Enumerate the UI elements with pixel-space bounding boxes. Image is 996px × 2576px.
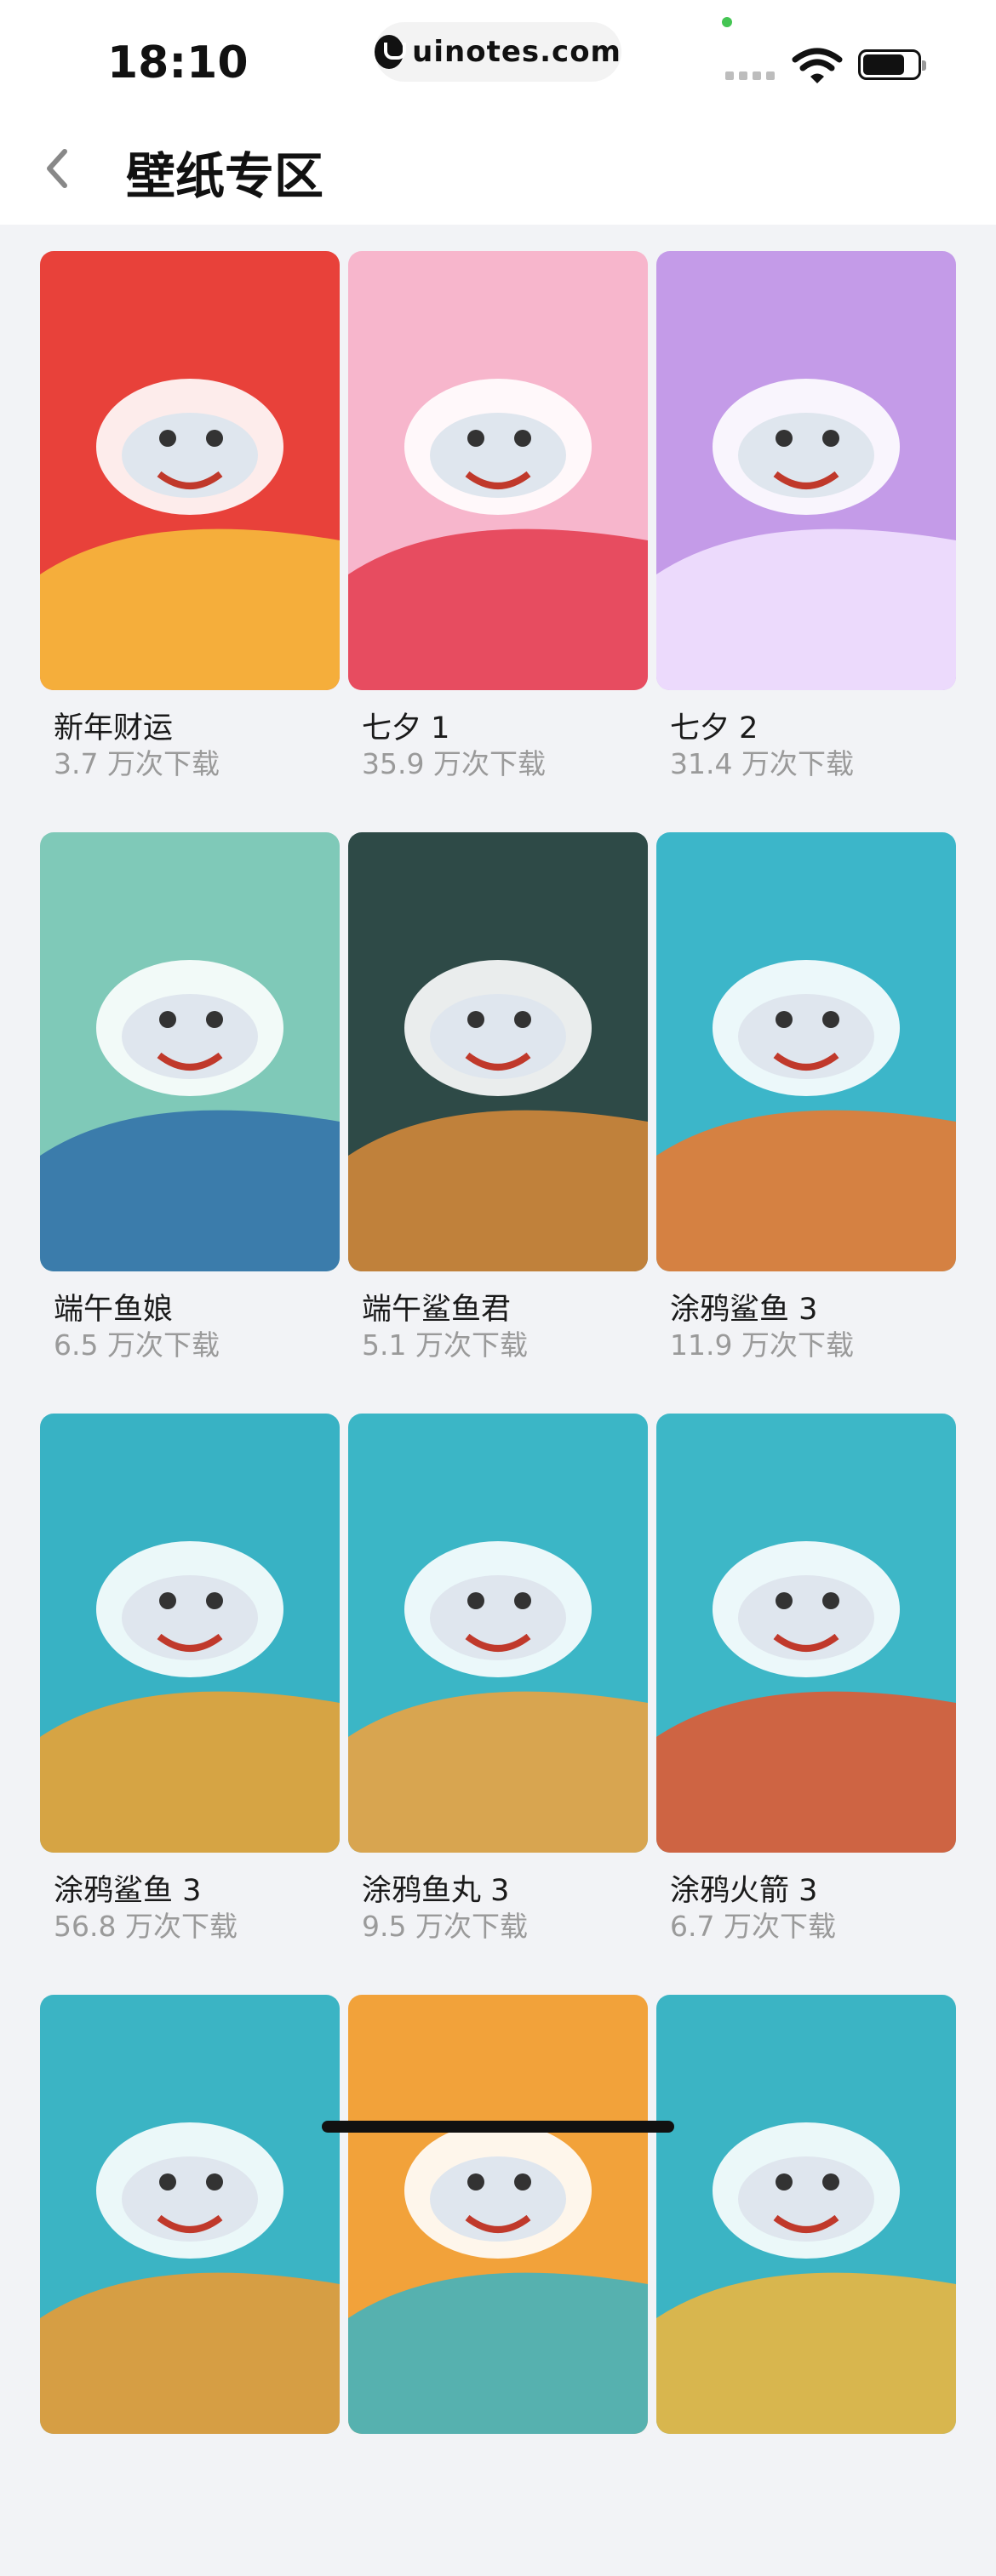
cellular-signal-icon <box>725 71 775 80</box>
home-indicator <box>322 2121 674 2133</box>
wallpaper-thumbnail[interactable] <box>348 1414 648 1853</box>
wallpaper-thumbnail[interactable] <box>348 251 648 690</box>
wallpaper-thumbnail[interactable] <box>348 1995 648 2434</box>
nav-bar: 壁纸专区 <box>0 119 996 225</box>
wallpaper-download-count: 31.4 万次下载 <box>670 747 854 780</box>
site-logo-icon <box>375 35 407 69</box>
wallpaper-thumbnail[interactable] <box>40 1995 340 2434</box>
wallpaper-card[interactable]: 涂鸦火箭 3 6.7 万次下载 <box>656 1414 956 1995</box>
url-text: uinotes.com <box>412 35 621 69</box>
wallpaper-card[interactable]: 涂鸦鱼丸 3 9.5 万次下载 <box>348 1414 648 1995</box>
wallpaper-download-count: 56.8 万次下载 <box>54 1910 238 1943</box>
wallpaper-thumbnail[interactable] <box>40 251 340 690</box>
wallpaper-thumbnail[interactable] <box>656 251 956 690</box>
back-chevron-icon[interactable] <box>34 143 85 194</box>
wallpaper-download-count: 6.7 万次下载 <box>670 1910 836 1943</box>
battery-icon <box>858 49 926 80</box>
wallpaper-card[interactable]: 七夕 1 35.9 万次下载 <box>348 251 648 832</box>
wallpaper-download-count: 5.1 万次下载 <box>362 1328 528 1362</box>
url-pill[interactable]: uinotes.com <box>375 22 621 82</box>
wallpaper-thumbnail[interactable] <box>656 1995 956 2434</box>
status-bar: 18:10 uinotes.com <box>0 0 996 119</box>
wallpaper-card[interactable]: 七夕 2 31.4 万次下载 <box>656 251 956 832</box>
wallpaper-download-count: 9.5 万次下载 <box>362 1910 528 1943</box>
wallpaper-thumbnail[interactable] <box>40 832 340 1271</box>
wallpaper-download-count: 35.9 万次下载 <box>362 747 546 780</box>
wallpaper-download-count: 6.5 万次下载 <box>54 1328 220 1362</box>
wallpaper-card[interactable]: 端午鲨鱼君 5.1 万次下载 <box>348 832 648 1414</box>
wallpaper-download-count: 3.7 万次下载 <box>54 747 220 780</box>
status-time: 18:10 <box>107 37 249 89</box>
privacy-indicator-dot <box>722 17 732 27</box>
wallpaper-card[interactable]: 端午鱼娘 6.5 万次下载 <box>40 832 340 1414</box>
wallpaper-download-count: 11.9 万次下载 <box>670 1328 854 1362</box>
wallpaper-thumbnail[interactable] <box>348 832 648 1271</box>
wallpaper-card[interactable]: 涂鸦鲨鱼 3 56.8 万次下载 <box>40 1414 340 1995</box>
wallpaper-card[interactable] <box>348 1995 648 2576</box>
page-title: 壁纸专区 <box>126 147 324 205</box>
wallpaper-thumbnail[interactable] <box>656 1414 956 1853</box>
wifi-icon <box>792 48 843 83</box>
wallpaper-grid: 新年财运 3.7 万次下载 七夕 1 35.9 万次下载 七夕 2 31.4 万次下载 端午… <box>40 251 956 2576</box>
wallpaper-card[interactable]: 新年财运 3.7 万次下载 <box>40 251 340 832</box>
wallpaper-card[interactable]: 涂鸦鲨鱼 3 11.9 万次下载 <box>656 832 956 1414</box>
wallpaper-thumbnail[interactable] <box>40 1414 340 1853</box>
wallpaper-thumbnail[interactable] <box>656 832 956 1271</box>
wallpaper-card[interactable] <box>40 1995 340 2576</box>
wallpaper-card[interactable] <box>656 1995 956 2576</box>
